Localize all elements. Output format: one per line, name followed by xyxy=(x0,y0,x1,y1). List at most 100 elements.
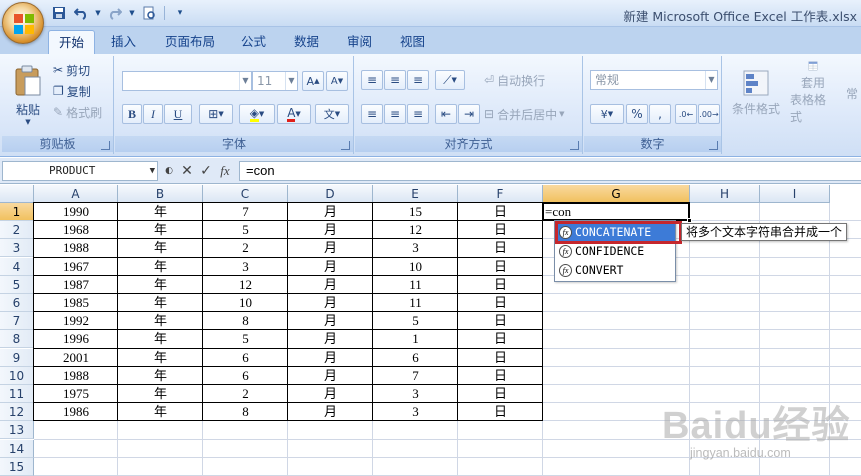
cell-d1[interactable]: 月 xyxy=(288,203,373,221)
column-header-a[interactable]: A xyxy=(34,185,118,203)
undo-icon[interactable] xyxy=(72,4,90,22)
cell-a3[interactable]: 1988 xyxy=(34,239,118,257)
align-bottom-button[interactable]: ≡ xyxy=(407,70,429,90)
cell-f8[interactable]: 日 xyxy=(458,330,543,348)
cell-b12[interactable]: 年 xyxy=(118,403,203,421)
row-header-10[interactable]: 10 xyxy=(0,366,34,385)
cell-a1[interactable]: 1990 xyxy=(34,203,118,221)
cell-f12[interactable]: 日 xyxy=(458,403,543,421)
cell-e7[interactable]: 5 xyxy=(373,312,458,330)
cell-c5[interactable]: 12 xyxy=(203,276,288,294)
conditional-format-button[interactable]: 条件格式 xyxy=(727,60,785,126)
row-header-9[interactable]: 9 xyxy=(0,348,34,367)
cell-c4[interactable]: 3 xyxy=(203,258,288,276)
cell-f11[interactable]: 日 xyxy=(458,385,543,403)
row-header-14[interactable]: 14 xyxy=(0,439,34,458)
cell-d4[interactable]: 月 xyxy=(288,258,373,276)
cell-f5[interactable]: 日 xyxy=(458,276,543,294)
wrap-text-button[interactable]: ⏎ 自动换行 xyxy=(483,70,563,90)
cell-a11[interactable]: 1975 xyxy=(34,385,118,403)
cell-c6[interactable]: 10 xyxy=(203,294,288,312)
underline-button[interactable]: U xyxy=(164,104,192,124)
align-left-button[interactable]: ≡ xyxy=(361,104,383,124)
column-header-g[interactable]: G xyxy=(543,185,690,203)
select-all-corner[interactable] xyxy=(0,185,34,203)
orientation-button[interactable]: ⟋ ▼ xyxy=(435,70,465,90)
cell-b8[interactable]: 年 xyxy=(118,330,203,348)
bold-button[interactable]: B xyxy=(122,104,142,124)
cell-c11[interactable]: 2 xyxy=(203,385,288,403)
cell-e5[interactable]: 11 xyxy=(373,276,458,294)
cell-b2[interactable]: 年 xyxy=(118,221,203,239)
cell-b9[interactable]: 年 xyxy=(118,349,203,367)
formula-input[interactable]: =con xyxy=(239,161,861,181)
customize-icon[interactable]: ▾ xyxy=(171,4,189,22)
cell-e12[interactable]: 3 xyxy=(373,403,458,421)
column-header-f[interactable]: F xyxy=(458,185,543,203)
row-header-6[interactable]: 6 xyxy=(0,294,34,312)
font-name-select[interactable]: ▼ xyxy=(122,71,252,91)
redo-icon[interactable] xyxy=(106,4,124,22)
cell-c7[interactable]: 8 xyxy=(203,312,288,330)
cell-a8[interactable]: 1996 xyxy=(34,330,118,348)
format-as-table-button[interactable]: 套用 表格格式 xyxy=(789,60,837,126)
cell-b10[interactable]: 年 xyxy=(118,367,203,385)
dialog-launcher-icon[interactable] xyxy=(570,141,579,150)
row-header-1[interactable]: 1 xyxy=(0,203,34,221)
cell-e6[interactable]: 11 xyxy=(373,294,458,312)
tab-data[interactable]: 数据 xyxy=(284,30,329,54)
cell-a6[interactable]: 1985 xyxy=(34,294,118,312)
cell-d6[interactable]: 月 xyxy=(288,294,373,312)
align-right-button[interactable]: ≡ xyxy=(407,104,429,124)
dialog-launcher-icon[interactable] xyxy=(341,141,350,150)
border-button[interactable]: ⊞ ▼ xyxy=(199,104,233,124)
cell-b4[interactable]: 年 xyxy=(118,258,203,276)
cell-d10[interactable]: 月 xyxy=(288,367,373,385)
row-header-15[interactable]: 15 xyxy=(0,457,34,476)
cell-a7[interactable]: 1992 xyxy=(34,312,118,330)
cell-e9[interactable]: 6 xyxy=(373,349,458,367)
font-size-select[interactable]: 11 ▼ xyxy=(252,71,298,91)
cell-e11[interactable]: 3 xyxy=(373,385,458,403)
cell-b1[interactable]: 年 xyxy=(118,203,203,221)
column-header-e[interactable]: E xyxy=(373,185,458,203)
cell-a5[interactable]: 1987 xyxy=(34,276,118,294)
cell-f3[interactable]: 日 xyxy=(458,239,543,257)
cell-a4[interactable]: 1967 xyxy=(34,258,118,276)
row-header-3[interactable]: 3 xyxy=(0,239,34,258)
cell-c3[interactable]: 2 xyxy=(203,239,288,257)
cell-d3[interactable]: 月 xyxy=(288,239,373,257)
tab-page-layout[interactable]: 页面布局 xyxy=(155,30,225,54)
comma-button[interactable]: , xyxy=(649,104,671,124)
cell-b7[interactable]: 年 xyxy=(118,312,203,330)
column-header-i[interactable]: I xyxy=(760,185,830,203)
cell-a9[interactable]: 2001 xyxy=(34,349,118,367)
cell-e1[interactable]: 15 xyxy=(373,203,458,221)
align-top-button[interactable]: ≡ xyxy=(361,70,383,90)
cell-f10[interactable]: 日 xyxy=(458,367,543,385)
cell-b3[interactable]: 年 xyxy=(118,239,203,257)
format-painter-button[interactable]: ✎ 格式刷 xyxy=(52,103,112,121)
row-header-7[interactable]: 7 xyxy=(0,312,34,331)
cell-f4[interactable]: 日 xyxy=(458,258,543,276)
dialog-launcher-icon[interactable] xyxy=(101,141,110,150)
fill-color-button[interactable]: ◈ ▼ xyxy=(239,104,275,124)
insert-function-icon[interactable]: fx xyxy=(216,162,234,180)
cell-d8[interactable]: 月 xyxy=(288,330,373,348)
column-header-c[interactable]: C xyxy=(203,185,288,203)
font-color-button[interactable]: A ▼ xyxy=(277,104,311,124)
percent-button[interactable]: % xyxy=(626,104,648,124)
expand-icon[interactable]: ◐ xyxy=(160,162,178,180)
grow-font-button[interactable]: A ▲ xyxy=(302,71,324,91)
cell-a12[interactable]: 1986 xyxy=(34,403,118,421)
cell-b5[interactable]: 年 xyxy=(118,276,203,294)
name-box[interactable]: PRODUCT ▼ xyxy=(2,161,158,181)
cancel-icon[interactable]: ✕ xyxy=(178,162,196,180)
row-header-11[interactable]: 11 xyxy=(0,385,34,403)
number-format-select[interactable]: 常规 ▼ xyxy=(590,70,718,90)
cell-f2[interactable]: 日 xyxy=(458,221,543,239)
tab-home[interactable]: 开始 xyxy=(48,30,96,54)
row-header-5[interactable]: 5 xyxy=(0,275,34,294)
decrease-indent-button[interactable]: ⇤ xyxy=(435,104,457,124)
cell-c10[interactable]: 6 xyxy=(203,367,288,385)
